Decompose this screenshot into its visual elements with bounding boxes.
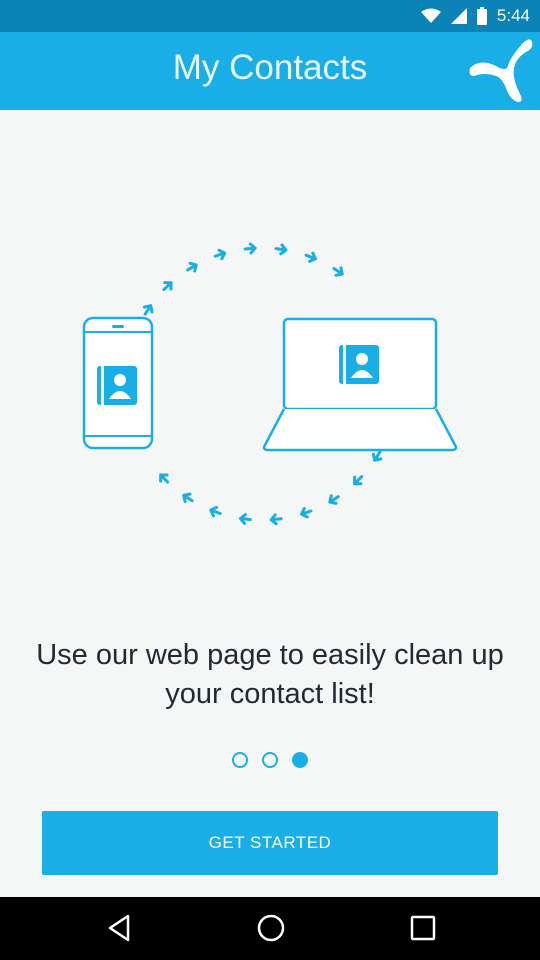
page-dot [262, 752, 278, 768]
sync-arrow [353, 475, 364, 486]
sync-arrow [162, 281, 173, 292]
sync-arrow [239, 513, 252, 525]
home-icon[interactable] [256, 913, 286, 943]
back-icon[interactable] [106, 913, 132, 943]
sync-arrow [213, 248, 227, 261]
sync-arrow [304, 251, 317, 263]
sync-illustration [82, 242, 458, 526]
sync-arrow [332, 266, 344, 277]
page-dot [292, 752, 308, 768]
sync-arrow [142, 304, 154, 316]
sync-arrow [182, 492, 194, 504]
sync-arrow [186, 261, 198, 273]
laptop-contacts-icon [262, 317, 458, 452]
page-indicator [0, 752, 540, 772]
page-title: My Contacts [172, 48, 368, 87]
sync-arrow [243, 242, 257, 255]
sync-arrow [274, 243, 288, 256]
sync-arrow [209, 505, 222, 518]
wifi-icon [420, 8, 441, 23]
app-bar: My Contacts [0, 32, 540, 110]
battery-icon [476, 7, 487, 25]
phone-contacts-icon [82, 316, 154, 450]
cellular-signal-icon [450, 8, 467, 24]
sync-arrow [159, 473, 170, 484]
get-started-button[interactable]: GET STARTED [42, 811, 498, 875]
recents-icon[interactable] [409, 913, 437, 943]
sync-arrow [300, 507, 313, 519]
sync-arrow [328, 494, 340, 505]
onboarding-message: Use our web page to easily clean up your… [36, 639, 504, 710]
sync-arrow [371, 450, 383, 462]
sync-arrow [269, 513, 283, 526]
page-dot [232, 752, 248, 768]
status-bar: 5:44 [0, 0, 540, 32]
navigation-bar [0, 897, 540, 960]
status-time: 5:44 [496, 6, 530, 25]
telenor-logo-icon [469, 39, 533, 102]
